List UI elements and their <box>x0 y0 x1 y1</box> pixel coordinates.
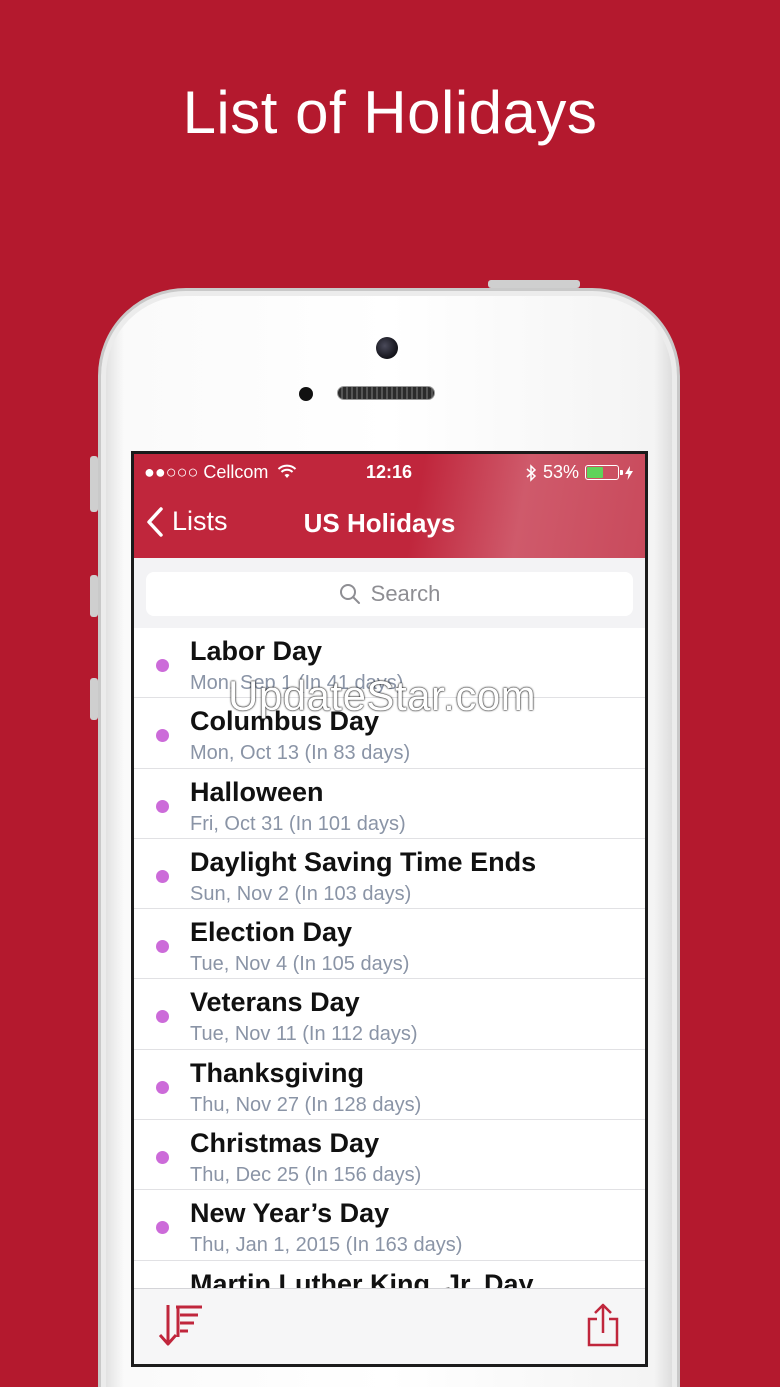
list-item[interactable]: Daylight Saving Time Ends Sun, Nov 2 (In… <box>134 839 645 910</box>
holiday-date: Thu, Nov 27 (In 128 days) <box>190 1093 422 1116</box>
list-item[interactable]: Christmas Day Thu, Dec 25 (In 156 days) <box>134 1120 645 1191</box>
holiday-name: Veterans Day <box>190 987 360 1018</box>
share-button[interactable] <box>585 1303 621 1352</box>
page-title: US Holidays <box>303 508 456 538</box>
bluetooth-icon <box>526 463 537 482</box>
holiday-date: Thu, Jan 1, 2015 (In 163 days) <box>190 1234 463 1257</box>
phone-mute-switch <box>90 456 98 512</box>
list-item[interactable]: Election Day Tue, Nov 4 (In 105 days) <box>134 909 645 980</box>
proximity-sensor <box>299 387 313 401</box>
speaker-grille <box>337 386 435 400</box>
search-input[interactable]: Search <box>146 572 633 616</box>
list-item-dot <box>156 869 169 883</box>
list-item-dot <box>156 729 169 743</box>
holiday-name: Election Day <box>190 917 353 948</box>
sort-icon <box>158 1305 202 1346</box>
holiday-date: Sun, Nov 2 (In 103 days) <box>190 882 412 905</box>
holiday-name: Daylight Saving Time Ends <box>190 846 537 877</box>
battery-percent: 53% <box>542 462 579 482</box>
phone-volume-down <box>90 678 98 720</box>
list-item-dot <box>156 1010 169 1024</box>
search-area: Search <box>134 558 645 628</box>
bottom-toolbar <box>134 1288 645 1364</box>
status-time: 12:16 <box>366 462 413 482</box>
list-item-dot <box>156 1151 169 1165</box>
watermark: UpdateStar.com <box>228 672 537 719</box>
status-bar: ●●○○○ Cellcom 12:16 53% <box>134 462 645 484</box>
list-item-dot <box>156 1221 169 1235</box>
carrier-label: ●●○○○ Cellcom <box>144 462 297 483</box>
holiday-date: Tue, Nov 4 (In 105 days) <box>190 953 410 976</box>
battery-icon <box>585 465 623 480</box>
list-item-dot <box>156 940 169 954</box>
sort-button[interactable] <box>158 1303 206 1352</box>
navigation-bar: ●●○○○ Cellcom 12:16 53% Lists US Holiday… <box>134 454 645 558</box>
holiday-name: Thanksgiving <box>190 1057 365 1088</box>
promo-title: List of Holidays <box>182 79 598 146</box>
share-icon <box>587 1303 619 1347</box>
phone-screen: ●●○○○ Cellcom 12:16 53% Lists US Holiday… <box>131 451 648 1367</box>
holiday-date: Fri, Oct 31 (In 101 days) <box>190 812 406 835</box>
list-item-dot <box>156 799 169 813</box>
camera-icon <box>376 337 398 359</box>
holiday-name: New Year’s Day <box>190 1198 390 1229</box>
list-item-dot <box>156 1080 169 1094</box>
holiday-date: Mon, Oct 13 (In 83 days) <box>190 742 411 765</box>
holiday-date: Thu, Dec 25 (In 156 days) <box>190 1164 422 1187</box>
search-icon <box>339 584 360 604</box>
charging-icon <box>625 465 633 480</box>
list-item[interactable]: Halloween Fri, Oct 31 (In 101 days) <box>134 769 645 839</box>
search-placeholder: Search <box>370 581 441 606</box>
holiday-name: Labor Day <box>190 636 323 666</box>
holiday-date: Tue, Nov 11 (In 112 days) <box>190 1023 418 1046</box>
holiday-list: Labor Day Mon, Sep 1 (In 41 days) Columb… <box>134 628 645 1305</box>
list-item-dot <box>156 659 169 672</box>
list-item[interactable]: Veterans Day Tue, Nov 11 (In 112 days) <box>134 979 645 1050</box>
battery-indicator: 53% <box>525 462 633 483</box>
list-item[interactable]: Thanksgiving Thu, Nov 27 (In 128 days) <box>134 1050 645 1121</box>
wifi-icon <box>278 464 297 478</box>
list-item[interactable]: New Year’s Day Thu, Jan 1, 2015 (In 163 … <box>134 1190 645 1261</box>
holiday-name: Christmas Day <box>190 1128 380 1159</box>
holiday-name: Halloween <box>190 776 324 807</box>
phone-volume-up <box>90 575 98 617</box>
battery-fill <box>587 467 603 478</box>
phone-top-button <box>488 280 580 288</box>
